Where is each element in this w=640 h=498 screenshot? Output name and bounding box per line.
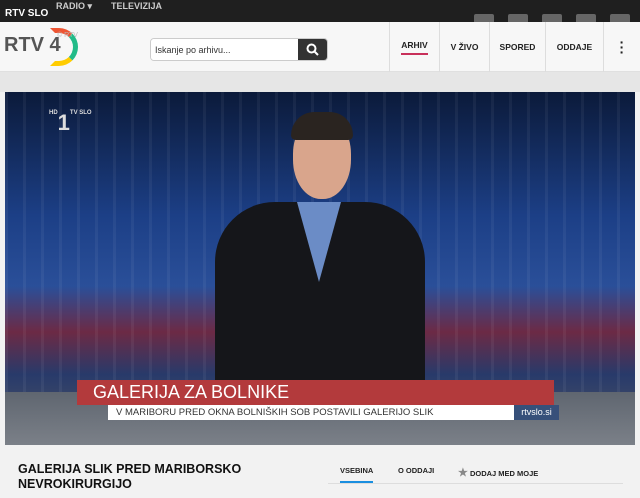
channel-icon[interactable] — [576, 14, 596, 22]
star-icon: ★ — [458, 467, 468, 479]
channel-icons — [474, 14, 630, 22]
menu-radio[interactable]: RADIO ▾ — [56, 1, 92, 12]
headline: GALERIJA ZA BOLNIKE — [77, 380, 554, 405]
source-label: rtvslo.si — [514, 405, 559, 420]
nav-oddaje[interactable]: ODDAJE — [545, 22, 603, 72]
nav-arhiv[interactable]: ARHIV — [389, 22, 439, 72]
search-input[interactable] — [151, 39, 301, 60]
chevron-down-icon: ▾ — [87, 1, 93, 11]
more-menu-icon[interactable]: · · · — [603, 22, 640, 72]
search-button[interactable] — [298, 39, 327, 60]
nav-v-zivo[interactable]: V ŽIVO — [439, 22, 489, 72]
video-player[interactable]: HD1TV SLO GALERIJA ZA BOLNIKE V MARIBORU… — [5, 92, 635, 445]
tab-o-oddaji[interactable]: O ODDAJI — [398, 466, 434, 475]
tab-vsebina[interactable]: VSEBINA — [340, 466, 374, 483]
nav-spored[interactable]: SPORED — [489, 22, 545, 72]
top-bar: RTV SLO RADIO ▾ TELEVIZIJA — [0, 0, 640, 22]
channel-icon[interactable] — [610, 14, 630, 22]
content-tabs: VSEBINA O ODDAJI ★ DODAJ MED MOJE — [328, 462, 623, 484]
subline: V MARIBORU PRED OKNA BOLNIŠKIH SOB POSTA… — [108, 405, 514, 420]
channel-icon[interactable] — [508, 14, 528, 22]
page-title: GALERIJA SLIK PRED MARIBORSKO NEVROKIRUR… — [18, 462, 242, 491]
search-icon — [306, 43, 319, 56]
menu-televizija[interactable]: TELEVIZIJA — [111, 1, 162, 11]
rtvslo-brand[interactable]: RTV SLO — [5, 9, 48, 19]
header: RTV 4 © RTV ARHIV V ŽIVO SPORED ODDAJE ·… — [0, 22, 640, 72]
search-box — [150, 38, 328, 61]
channel-icon[interactable] — [542, 14, 562, 22]
logo-sub: © RTV — [57, 32, 78, 39]
channel-icon[interactable] — [474, 14, 494, 22]
tab-dodaj-med-moje[interactable]: ★ DODAJ MED MOJE — [458, 466, 538, 479]
divider-band — [0, 72, 640, 92]
presenter-hair — [291, 112, 353, 140]
channel-logo: HD1TV SLO — [49, 110, 92, 135]
